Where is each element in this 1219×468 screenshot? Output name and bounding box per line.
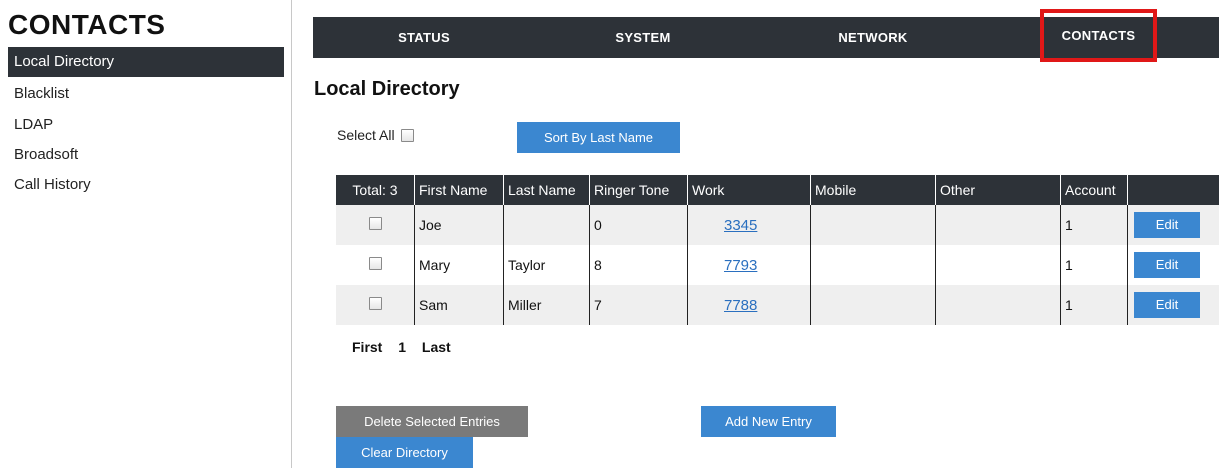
cell-work: 7788: [687, 285, 810, 325]
contacts-table: Total: 3 First Name Last Name Ringer Ton…: [336, 175, 1219, 325]
select-all: Select All: [337, 127, 414, 143]
sidebar-item-broadsoft[interactable]: Broadsoft: [8, 140, 284, 170]
header-first-name: First Name: [414, 175, 503, 205]
cell-actions: Edit: [1127, 205, 1219, 245]
header-last-name: Last Name: [503, 175, 589, 205]
cell-first-name: Mary: [414, 245, 503, 285]
pager-page-1[interactable]: 1: [398, 339, 406, 355]
row-checkbox[interactable]: [368, 296, 382, 310]
cell-mobile: [810, 205, 935, 245]
cell-last-name: [503, 205, 589, 245]
cell-account: 1: [1060, 205, 1127, 245]
select-all-checkbox[interactable]: [400, 128, 414, 142]
cell-other: [935, 245, 1060, 285]
pager: First 1 Last: [352, 339, 463, 355]
header-account: Account: [1060, 175, 1127, 205]
edit-button[interactable]: Edit: [1134, 212, 1200, 238]
nav-tab-status[interactable]: STATUS: [359, 17, 489, 58]
sidebar-title: CONTACTS: [8, 9, 166, 40]
header-other: Other: [935, 175, 1060, 205]
row-select-cell: [336, 205, 414, 245]
header-actions: [1127, 175, 1219, 205]
table-header: Total: 3 First Name Last Name Ringer Ton…: [336, 175, 1219, 205]
cell-actions: Edit: [1127, 285, 1219, 325]
header-total: Total: 3: [352, 182, 398, 198]
sidebar: CONTACTS Local Directory Blacklist LDAP …: [0, 0, 292, 468]
sidebar-item-call-history[interactable]: Call History: [8, 170, 284, 200]
clear-directory-button[interactable]: Clear Directory: [336, 437, 473, 468]
sidebar-item-blacklist[interactable]: Blacklist: [8, 79, 284, 109]
cell-first-name: Sam: [414, 285, 503, 325]
cell-mobile: [810, 245, 935, 285]
cell-account: 1: [1060, 245, 1127, 285]
cell-ringer-tone: 7: [589, 285, 687, 325]
cell-ringer-tone: 8: [589, 245, 687, 285]
cell-other: [935, 205, 1060, 245]
nav-tab-contacts[interactable]: CONTACTS: [1040, 9, 1157, 62]
sort-by-last-name-button[interactable]: Sort By Last Name: [517, 122, 680, 153]
table-row: Sam Miller 7 7788 1 Edit: [336, 285, 1219, 325]
work-number-link[interactable]: 3345: [724, 217, 757, 234]
sidebar-item-ldap[interactable]: LDAP: [8, 110, 284, 140]
top-nav: STATUS SYSTEM NETWORK CONTACTS: [313, 9, 1219, 62]
table-row: Mary Taylor 8 7793 1 Edit: [336, 245, 1219, 285]
edit-button[interactable]: Edit: [1134, 292, 1200, 318]
add-new-entry-button[interactable]: Add New Entry: [701, 406, 836, 437]
cell-actions: Edit: [1127, 245, 1219, 285]
sidebar-item-local-directory[interactable]: Local Directory: [8, 47, 284, 77]
header-ringer-tone: Ringer Tone: [589, 175, 687, 205]
cell-last-name: Taylor: [503, 245, 589, 285]
cell-ringer-tone: 0: [589, 205, 687, 245]
work-number-link[interactable]: 7793: [724, 257, 757, 274]
page-title: Local Directory: [314, 78, 460, 100]
select-all-label: Select All: [337, 127, 395, 143]
header-mobile: Mobile: [810, 175, 935, 205]
cell-last-name: Miller: [503, 285, 589, 325]
cell-work: 3345: [687, 205, 810, 245]
pager-first[interactable]: First: [352, 339, 382, 355]
row-select-cell: [336, 245, 414, 285]
header-work: Work: [687, 175, 810, 205]
pager-last[interactable]: Last: [422, 339, 451, 355]
row-checkbox[interactable]: [368, 256, 382, 270]
cell-other: [935, 285, 1060, 325]
cell-account: 1: [1060, 285, 1127, 325]
cell-first-name: Joe: [414, 205, 503, 245]
work-number-link[interactable]: 7788: [724, 297, 757, 314]
cell-mobile: [810, 285, 935, 325]
cell-work: 7793: [687, 245, 810, 285]
delete-selected-entries-button[interactable]: Delete Selected Entries: [336, 406, 528, 437]
table-row: Joe 0 3345 1 Edit: [336, 205, 1219, 245]
row-select-cell: [336, 285, 414, 325]
row-checkbox[interactable]: [368, 216, 382, 230]
edit-button[interactable]: Edit: [1134, 252, 1200, 278]
nav-tab-system[interactable]: SYSTEM: [578, 17, 708, 58]
nav-tab-network[interactable]: NETWORK: [808, 17, 938, 58]
